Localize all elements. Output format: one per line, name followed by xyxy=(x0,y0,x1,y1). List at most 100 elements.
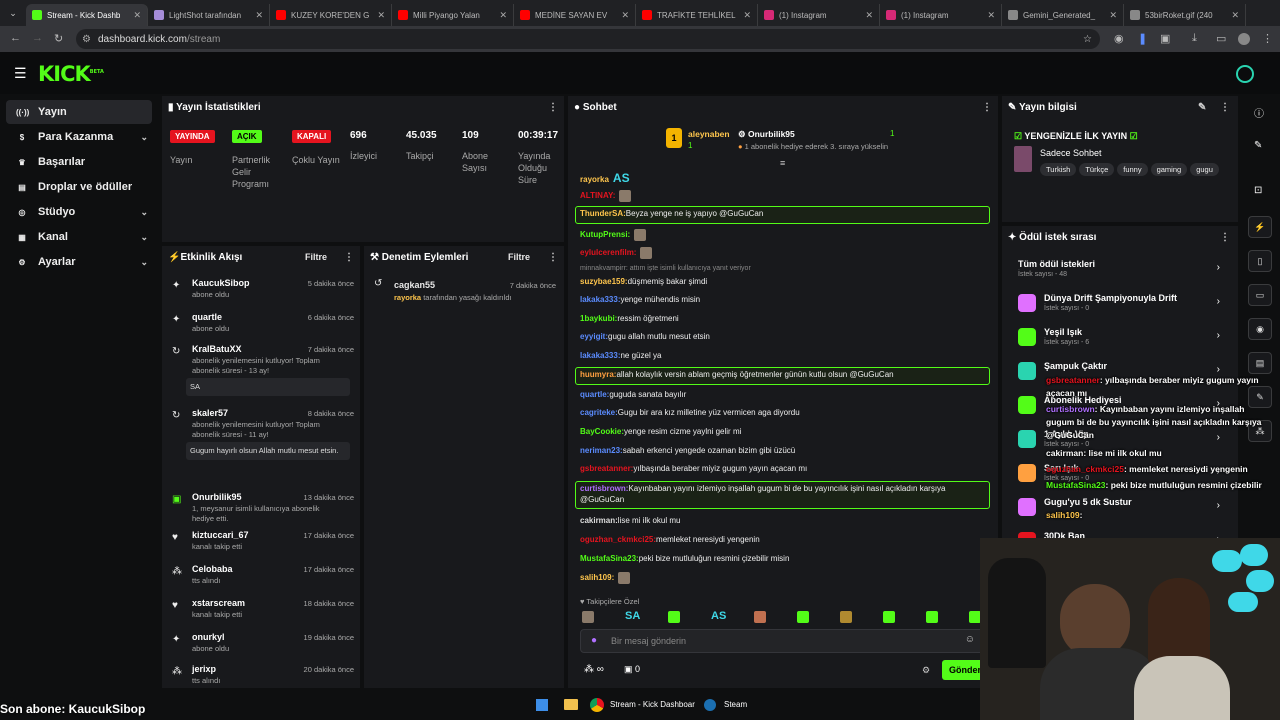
moderation-filter-button[interactable]: Filtre xyxy=(508,252,530,262)
emote-button[interactable]: AS xyxy=(711,610,726,622)
browser-tab[interactable]: Gemini_Generated_ ✕ xyxy=(1002,4,1124,26)
activity-username[interactable]: kiztuccari_67 xyxy=(192,530,249,540)
chat-username[interactable]: eylulcerenfilm: xyxy=(580,248,636,257)
kick-logo[interactable]: KICKBETA xyxy=(38,62,104,86)
top-gifter-name[interactable]: aleynaben xyxy=(688,129,730,139)
close-icon[interactable]: ✕ xyxy=(621,10,629,21)
split-view-icon[interactable]: ▭ xyxy=(1216,32,1226,45)
emote-button[interactable] xyxy=(883,611,895,623)
emote-button[interactable] xyxy=(582,611,594,623)
category-name[interactable]: Sadece Sohbet xyxy=(1040,148,1102,158)
stream-info-menu-icon[interactable]: ⋮ xyxy=(1220,102,1230,113)
stats-menu-icon[interactable]: ⋮ xyxy=(548,102,558,113)
taskbar-steam-label[interactable]: Steam xyxy=(724,700,747,709)
mod-actor[interactable]: rayorka xyxy=(394,293,421,302)
extension-icon[interactable]: ❚ xyxy=(1138,32,1147,45)
chat-username[interactable]: 1baykubi: xyxy=(580,314,617,323)
rewards-menu-icon[interactable]: ⋮ xyxy=(1220,232,1230,243)
mic-icon[interactable]: ● xyxy=(591,635,597,646)
close-icon[interactable]: ✕ xyxy=(377,10,385,21)
activity-username[interactable]: onurkyl xyxy=(192,632,225,642)
browser-tab[interactable]: (1) Instagram ✕ xyxy=(758,4,880,26)
reward-item[interactable]: Yeşil Işık İstek sayısı - 6 › xyxy=(1012,324,1224,354)
tab-search-icon[interactable]: ⌄ xyxy=(0,8,26,19)
chat-username[interactable]: huumyra: xyxy=(580,370,616,379)
chat-username[interactable]: cagriteke: xyxy=(580,408,618,417)
chat-username[interactable]: BayCookie: xyxy=(580,427,624,436)
close-icon[interactable]: ✕ xyxy=(987,10,995,21)
activity-username[interactable]: jerixp xyxy=(192,664,216,674)
activity-username[interactable]: skaler57 xyxy=(192,408,228,418)
chat-username[interactable]: gsbreatanner: xyxy=(580,464,633,473)
chat-settings-icon[interactable]: ⚙ xyxy=(922,665,930,676)
activity-username[interactable]: quartle xyxy=(192,312,222,322)
emote-button[interactable] xyxy=(668,611,680,623)
activity-username[interactable]: Celobaba xyxy=(192,564,233,574)
chat-bubble-icon[interactable]: ▭ xyxy=(1248,284,1272,306)
chat-username[interactable]: lakaka333: xyxy=(580,351,620,360)
chat-username[interactable]: KutupPrensi: xyxy=(580,230,630,239)
close-icon[interactable]: ✕ xyxy=(133,10,141,21)
emote-button[interactable] xyxy=(797,611,809,623)
steam-icon[interactable] xyxy=(704,699,716,711)
browser-tab[interactable]: 53birRoket.gif (240 ✕ xyxy=(1124,4,1246,26)
chat-menu-icon[interactable]: ⋮ xyxy=(982,102,992,113)
stream-tag[interactable]: funny xyxy=(1117,163,1148,176)
activity-username[interactable]: xstarscream xyxy=(192,598,245,608)
sidebar-item-ayarlar[interactable]: ⚙ Ayarlar ⌄ xyxy=(6,250,152,274)
chat-username[interactable]: curtisbrown: xyxy=(580,484,628,493)
activity-menu-icon[interactable]: ⋮ xyxy=(344,252,354,263)
chat-input[interactable]: ● Bir mesaj gönderin ☺ xyxy=(580,629,984,653)
extension-icon[interactable]: ◉ xyxy=(1114,32,1124,45)
browser-tab[interactable]: KUZEY KORE'DEN G ✕ xyxy=(270,4,392,26)
sidebar-item-para-kazanma[interactable]: $ Para Kazanma ⌄ xyxy=(6,125,152,149)
user-avatar[interactable] xyxy=(1236,65,1254,83)
sidebar-item-stüdyo[interactable]: ◎ Stüdyo ⌄ xyxy=(6,200,152,224)
emote-button[interactable]: SA xyxy=(625,610,640,622)
address-bar[interactable]: ⚙ dashboard.kick.com/stream ☆ xyxy=(76,29,1100,49)
download-icon[interactable]: ⤓ xyxy=(1192,32,1197,45)
emoji-picker-icon[interactable]: ☺ xyxy=(965,634,975,645)
browser-tab[interactable]: MEDİNE SAYAN EV ✕ xyxy=(514,4,636,26)
broadcast-icon[interactable]: ◉ xyxy=(1248,318,1272,340)
wrench-icon[interactable]: ✎ xyxy=(1248,386,1272,408)
close-icon[interactable]: ✕ xyxy=(1109,10,1117,21)
close-icon[interactable]: ✕ xyxy=(865,10,873,21)
emote-button[interactable] xyxy=(926,611,938,623)
layers-icon[interactable]: ▤ xyxy=(1248,352,1272,374)
chat-username[interactable]: MustafaSina23: xyxy=(580,554,639,563)
hamburger-menu-icon[interactable]: ☰ xyxy=(14,65,27,82)
edit-layout-icon[interactable]: ✎ xyxy=(1254,140,1262,151)
chat-username[interactable]: eyyigit: xyxy=(580,332,608,341)
close-icon[interactable]: ✕ xyxy=(1231,10,1239,21)
activity-username[interactable]: KaucukSibop xyxy=(192,278,250,288)
taskbar-chrome-label[interactable]: Stream - Kick Dashboar xyxy=(610,700,695,709)
sidebar-item-droplar-ve-ödüller[interactable]: ▤ Droplar ve ödüller xyxy=(6,175,152,199)
user-points[interactable]: ⁂ ∞ xyxy=(584,664,604,675)
extensions-icon[interactable]: ▣ xyxy=(1160,32,1170,45)
stream-tag[interactable]: Turkish xyxy=(1040,163,1077,176)
fullscreen-icon[interactable]: ⊡ xyxy=(1254,185,1262,196)
chat-username[interactable]: ThunderSA: xyxy=(580,209,626,218)
chat-username[interactable]: cakirman: xyxy=(580,516,618,525)
activity-username[interactable]: KralBatuXX xyxy=(192,344,242,354)
file-explorer-icon[interactable] xyxy=(564,699,578,710)
site-info-icon[interactable]: ⚙ xyxy=(82,34,91,45)
chat-username[interactable]: salih109: xyxy=(580,573,614,582)
chat-username[interactable]: lakaka333: xyxy=(580,295,620,304)
sidebar-item-başarılar[interactable]: ♛ Başarılar xyxy=(6,150,152,174)
sidebar-item-yayın[interactable]: ((·)) Yayın xyxy=(6,100,152,124)
back-icon[interactable]: ← xyxy=(10,32,21,44)
emote-button[interactable] xyxy=(840,611,852,623)
info-icon[interactable]: ⓘ xyxy=(1254,105,1264,120)
forward-icon[interactable]: → xyxy=(32,32,43,44)
stream-tag[interactable]: Türkçe xyxy=(1079,163,1115,176)
chat-username[interactable]: ALTINAY: xyxy=(580,191,615,200)
chrome-icon[interactable] xyxy=(590,698,604,712)
mod-event-user[interactable]: cagkan55 xyxy=(394,280,435,290)
reward-item[interactable]: Tüm ödül istekleri İstek sayısı - 48 › xyxy=(1012,256,1224,286)
bolt-icon[interactable]: ⚡ xyxy=(1248,216,1272,238)
chat-username[interactable]: quartle: xyxy=(580,390,609,399)
chat-username[interactable]: rayorka xyxy=(580,175,609,184)
emote-button[interactable] xyxy=(754,611,766,623)
